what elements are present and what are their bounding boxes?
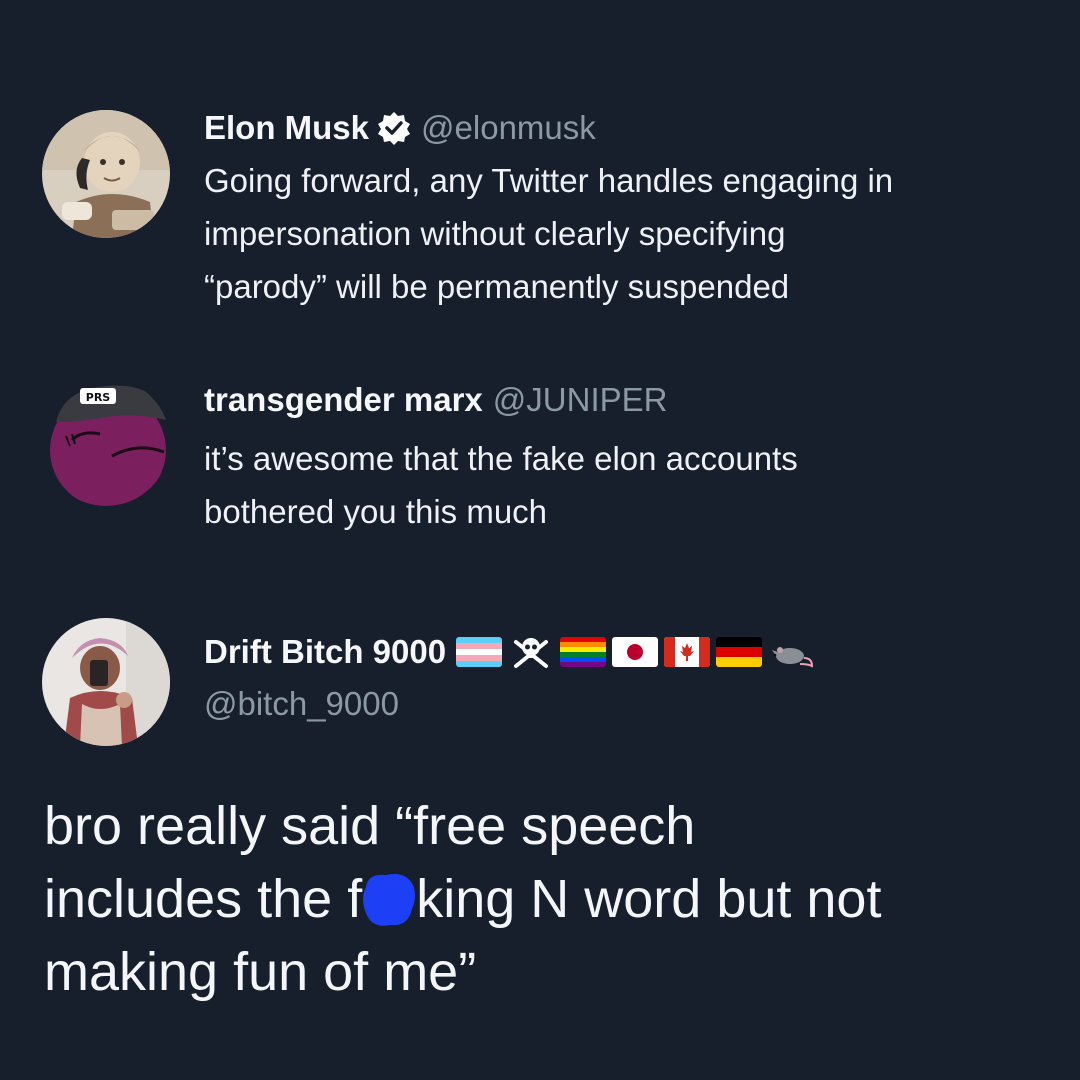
meme-caption: bro really said “free speech includes th… <box>44 790 1054 1009</box>
tweet-header-handle-row: @bitch_9000 <box>204 684 1040 724</box>
tweet-body: Elon Musk @elonmusk Going forward, any T… <box>204 108 1040 313</box>
rainbow-flag-icon <box>560 637 607 667</box>
tweet-body: Drift Bitch 9000 @bitch_9000 <box>204 632 1040 724</box>
tweet-body: transgender marx @JUNIPER it’s awesome t… <box>204 380 1040 538</box>
japan-flag-icon <box>612 637 659 667</box>
skull-and-crossbones-icon <box>508 634 555 670</box>
child-photo-avatar-icon <box>42 110 170 238</box>
display-name[interactable]: transgender marx <box>204 380 483 420</box>
transgender-flag-icon <box>456 637 503 667</box>
caption-text: king N word but not <box>416 869 882 929</box>
tweet-text-line: it’s awesome that the fake elon accounts <box>204 440 798 477</box>
caption-line: bro really said “free speech <box>44 796 696 856</box>
avatar-drift[interactable] <box>42 618 170 746</box>
tweet-text-line: “parody” will be permanently suspended <box>204 268 790 305</box>
avatar-elon[interactable] <box>42 110 170 238</box>
caption-line: includes the f king N word but not <box>44 863 1054 936</box>
caption-text: includes the f <box>44 869 363 929</box>
tweet-header: Elon Musk @elonmusk <box>204 108 1040 148</box>
display-name[interactable]: Elon Musk <box>204 108 369 148</box>
hat-badge-text: PRS <box>86 391 111 404</box>
caption-line: making fun of me” <box>44 942 477 1002</box>
name-emoji-row <box>456 634 815 670</box>
user-handle[interactable]: @bitch_9000 <box>204 684 399 724</box>
tweet-text: it’s awesome that the fake elon accounts… <box>204 432 1040 538</box>
tweet-text: Going forward, any Twitter handles engag… <box>204 154 1040 313</box>
tweet-text-line: impersonation without clearly specifying <box>204 215 786 252</box>
tweet-header: transgender marx @JUNIPER <box>204 380 1040 420</box>
user-handle[interactable]: @elonmusk <box>421 108 596 148</box>
display-name[interactable]: Drift Bitch 9000 <box>204 632 446 672</box>
cartoon-face-avatar-icon: PRS <box>42 378 170 506</box>
germany-flag-icon <box>716 637 763 667</box>
tweet-text-line: Going forward, any Twitter handles engag… <box>204 162 894 199</box>
verified-badge-icon <box>377 111 411 145</box>
tweet-text-line: bothered you this much <box>204 493 548 530</box>
selfie-photo-avatar-icon <box>42 618 170 746</box>
censor-scribble-icon <box>360 869 418 927</box>
rat-icon <box>768 634 815 670</box>
canada-flag-icon <box>664 637 711 667</box>
avatar-juniper[interactable]: PRS <box>42 378 170 506</box>
tweet-header: Drift Bitch 9000 <box>204 632 1040 672</box>
user-handle[interactable]: @JUNIPER <box>493 380 668 420</box>
